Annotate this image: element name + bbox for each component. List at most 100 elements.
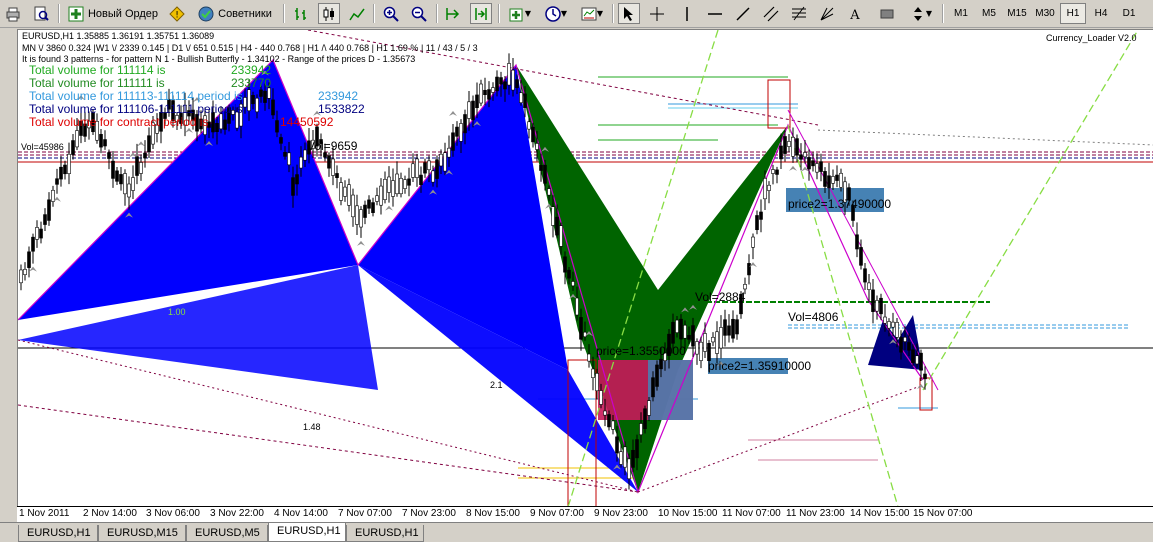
candle-body	[755, 215, 759, 231]
toolbar: Новый Ордер ! Советники ▼ ▼ ▼ A ▼ M1 M5 …	[0, 0, 1153, 28]
print-preview-icon[interactable]	[30, 3, 52, 24]
periods-clock-icon[interactable]: ▼	[540, 3, 572, 24]
gann-fan-icon[interactable]	[816, 3, 838, 24]
rectangle-icon[interactable]	[876, 3, 898, 24]
tab-eurusd-m15[interactable]: EURUSD,M15	[98, 525, 186, 542]
tab-eurusd-h1-active[interactable]: EURUSD,H1	[268, 523, 346, 542]
indicator-name: Currency_Loader V2.0	[1046, 33, 1137, 43]
candle-body	[655, 364, 659, 387]
candle-body	[403, 179, 407, 189]
candle-body	[695, 341, 699, 355]
tab-eurusd-h1-a[interactable]: EURUSD,H1	[18, 525, 98, 542]
candle-body	[367, 199, 371, 209]
tab-eurusd-h1-b[interactable]: EURUSD,H1	[346, 525, 424, 542]
equidistant-channel-icon[interactable]	[760, 3, 782, 24]
vertical-line-icon[interactable]	[676, 3, 698, 24]
candle-body	[75, 130, 79, 148]
candle-body	[287, 152, 291, 166]
candle-body	[607, 414, 611, 428]
candle-body	[395, 173, 399, 195]
timeframe-h4[interactable]: H4	[1088, 3, 1114, 24]
fibonacci-icon[interactable]	[788, 3, 810, 24]
volume-label-1: Total volume for 111114 is	[29, 63, 166, 77]
print-icon[interactable]	[2, 3, 24, 24]
candle-body	[835, 174, 839, 181]
candle-body	[543, 164, 547, 184]
candle-body	[539, 164, 543, 171]
candle-body	[219, 113, 223, 130]
candle-body	[899, 337, 903, 353]
candle-body	[375, 195, 379, 202]
candle-body	[639, 423, 643, 436]
candle-body	[387, 176, 391, 193]
candle-body	[819, 161, 823, 172]
x-tick: 10 Nov 15:00	[658, 508, 718, 519]
trendline-icon[interactable]	[732, 3, 754, 24]
candle-body	[875, 300, 879, 312]
candle-body	[859, 247, 863, 266]
chart-area[interactable]: EURUSD,H1 1.35885 1.36191 1.35751 1.3608…	[17, 29, 1153, 522]
candle-body	[339, 182, 343, 201]
candle-body	[363, 204, 367, 218]
candle-body	[871, 289, 875, 312]
candle-body	[507, 63, 511, 86]
volume-label-2: Total volume for 111111 is	[29, 76, 165, 90]
arrows-icon[interactable]: ▼	[906, 3, 936, 24]
candle-body	[123, 173, 127, 195]
candle-body	[759, 211, 763, 220]
text-label-icon[interactable]: A	[844, 3, 866, 24]
zoom-in-icon[interactable]	[380, 3, 402, 24]
timeframe-d1[interactable]: D1	[1116, 3, 1142, 24]
candle-body	[511, 69, 515, 91]
line-chart-icon[interactable]	[346, 3, 368, 24]
indicators-icon[interactable]: ▼	[504, 3, 536, 24]
candle-body	[475, 94, 479, 109]
horizontal-line-icon[interactable]	[704, 3, 726, 24]
timeframe-m1[interactable]: M1	[948, 3, 974, 24]
candle-body	[815, 163, 819, 173]
new-order-button[interactable]: Новый Ордер	[64, 3, 162, 24]
autoscroll-icon[interactable]	[442, 3, 464, 24]
cursor-icon[interactable]	[618, 3, 640, 24]
candle-body	[575, 297, 579, 316]
time-axis: 1 Nov 2011 2 Nov 14:00 3 Nov 06:00 3 Nov…	[17, 506, 1153, 522]
timeframe-m30[interactable]: M30	[1032, 3, 1058, 24]
candle-body	[687, 334, 691, 340]
candle-body	[579, 317, 583, 340]
zoom-out-icon[interactable]	[408, 3, 430, 24]
bar-chart-icon[interactable]	[290, 3, 312, 24]
alert-icon[interactable]: !	[166, 3, 188, 24]
red-rect-right	[919, 377, 933, 411]
candle-body	[599, 390, 603, 405]
candle-body	[299, 156, 303, 169]
candle-body	[487, 89, 491, 100]
candle-body	[791, 136, 795, 157]
crosshair-icon[interactable]	[646, 3, 668, 24]
fractal-arrow	[789, 165, 797, 171]
chart-shift-icon[interactable]	[470, 3, 492, 24]
candle-body	[559, 225, 563, 247]
candle-body	[863, 268, 867, 283]
volume-value-1: 233942	[231, 63, 272, 77]
candle-body	[495, 76, 499, 92]
candlestick-chart-icon[interactable]	[318, 3, 340, 24]
candle-body	[19, 269, 23, 284]
candle-body	[415, 158, 419, 178]
x-tick: 11 Nov 23:00	[786, 508, 845, 519]
candle-body	[499, 77, 503, 85]
timeframe-m15[interactable]: M15	[1004, 3, 1030, 24]
candle-body	[447, 147, 451, 158]
candle-body	[811, 160, 815, 167]
candle-body	[711, 336, 715, 343]
candle-body	[439, 153, 443, 167]
expert-advisors-button[interactable]: Советники	[192, 3, 278, 24]
templates-icon[interactable]: ▼	[576, 3, 608, 24]
timeframe-m5[interactable]: M5	[976, 3, 1002, 24]
candle-body	[571, 281, 575, 287]
candle-body	[271, 99, 275, 116]
tab-eurusd-m5[interactable]: EURUSD,M5	[186, 525, 268, 542]
fractal-arrow	[917, 384, 925, 390]
timeframe-h1[interactable]: H1	[1060, 3, 1086, 24]
candle-body	[391, 180, 395, 197]
x-tick: 3 Nov 22:00	[210, 508, 264, 519]
